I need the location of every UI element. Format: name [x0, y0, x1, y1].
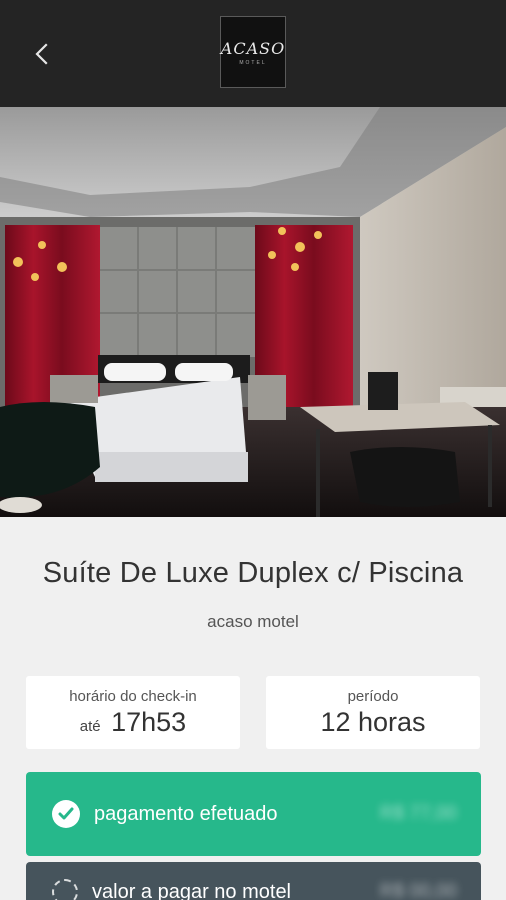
payment-due-label: valor a pagar no motel	[92, 880, 292, 900]
payment-due-amount: R$ 00,00	[379, 881, 457, 900]
payment-paid-label: pagamento efetuado	[94, 802, 278, 825]
logo-subtext: MOTEL	[239, 59, 267, 66]
chevron-left-icon	[35, 43, 48, 65]
check-circle-icon	[52, 800, 80, 828]
checkin-time: 17h53	[111, 707, 187, 737]
payment-paid-amount: R$ 77,00	[379, 803, 457, 824]
payment-paid-card[interactable]: pagamento efetuado R$ 77,00	[26, 772, 481, 856]
pending-circle-icon	[52, 879, 78, 900]
motel-logo: ACASO MOTEL	[220, 16, 286, 88]
back-button[interactable]	[26, 36, 56, 72]
checkin-box: horário do check-in até 17h53	[26, 676, 240, 749]
period-box: período 12 horas	[266, 676, 480, 749]
suite-photo	[0, 107, 506, 517]
motel-name: acaso motel	[207, 612, 299, 631]
checkin-prefix: até	[79, 718, 101, 735]
period-value: 12 horas	[320, 707, 426, 737]
payment-due-card[interactable]: valor a pagar no motel R$ 00,00	[26, 862, 481, 900]
suite-title: Suíte De Luxe Duplex c/ Piscina	[42, 557, 464, 589]
top-bar: ACASO MOTEL	[0, 0, 506, 107]
period-label: período	[347, 688, 399, 705]
checkin-label: horário do check-in	[69, 688, 197, 705]
logo-text: ACASO	[220, 38, 286, 58]
